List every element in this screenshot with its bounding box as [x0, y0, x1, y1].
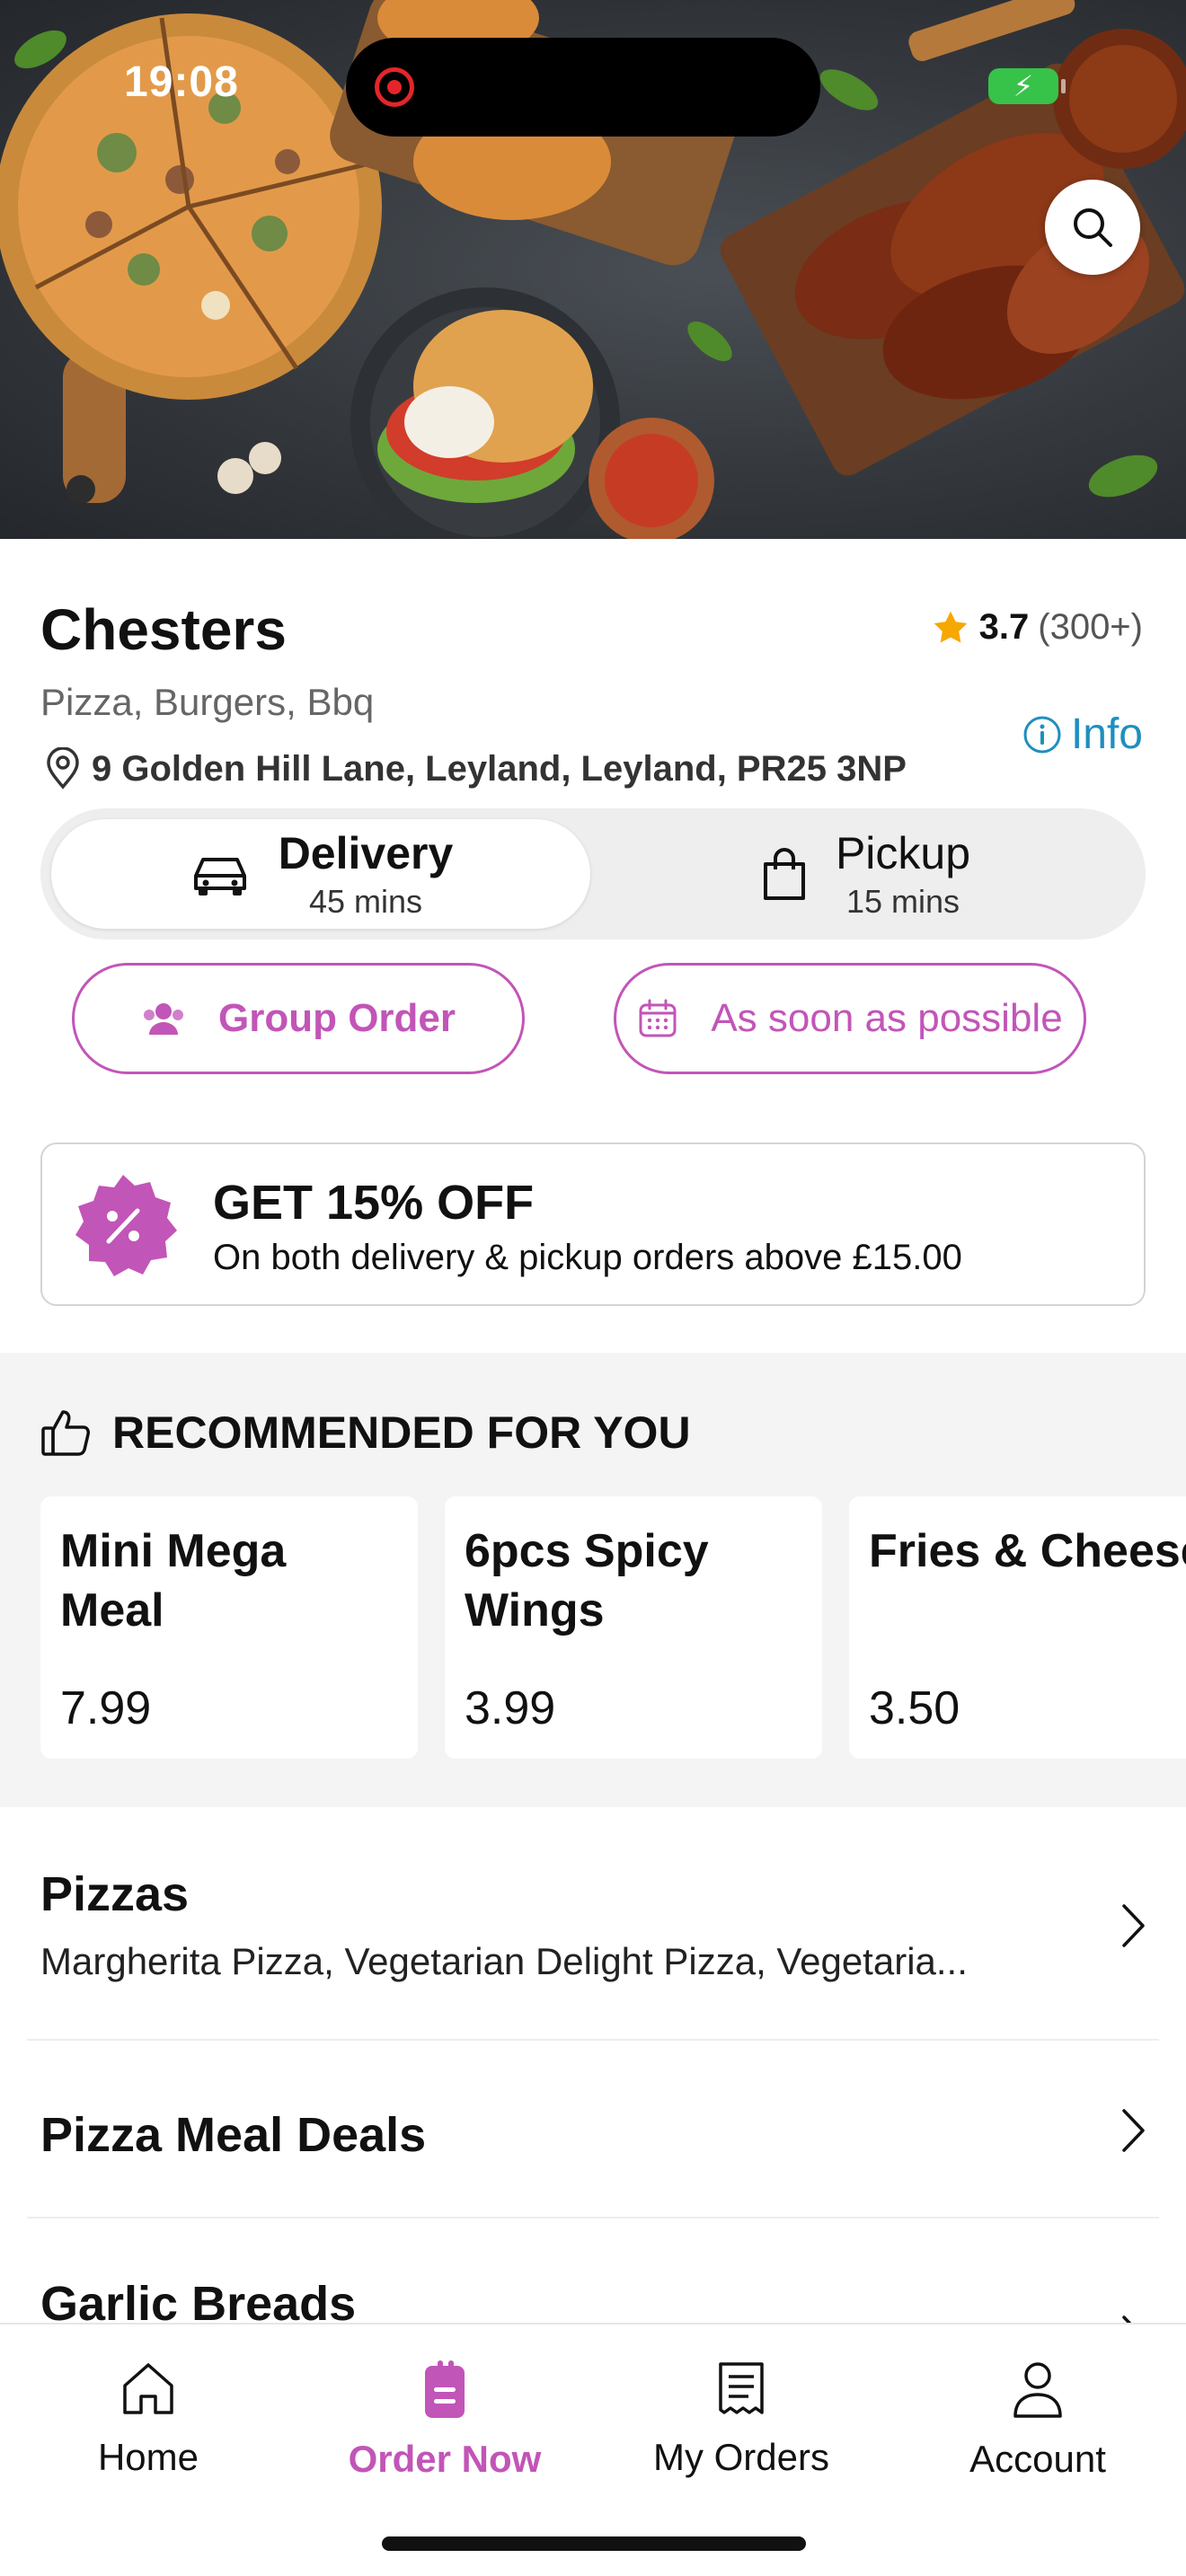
search-icon	[1074, 208, 1112, 247]
tab-home[interactable]: Home	[0, 2360, 296, 2479]
dynamic-island	[346, 38, 820, 137]
recommended-item[interactable]: Mini Mega Meal 7.99	[40, 1496, 418, 1759]
location-pin-icon	[47, 747, 79, 790]
schedule-button[interactable]: As soon as possible	[614, 963, 1086, 1074]
promo-card[interactable]: GET 15% OFF On both delivery & pickup or…	[40, 1142, 1146, 1306]
recommended-item-name: Mini Mega Meal	[60, 1525, 287, 1636]
delivery-time: 45 mins	[308, 883, 423, 920]
home-icon	[123, 2363, 173, 2414]
group-icon	[143, 1003, 183, 1035]
person-icon	[1013, 2362, 1062, 2418]
promo-subtitle: On both delivery & pickup orders above £…	[213, 1238, 962, 1277]
car-icon	[193, 858, 246, 895]
tab-my-orders[interactable]: My Orders	[593, 2360, 890, 2479]
status-time: 19:08	[124, 58, 239, 106]
percent-badge-icon	[75, 1175, 177, 1276]
recommended-item-price: 3.99	[465, 1682, 556, 1734]
star-icon	[934, 611, 967, 642]
thumbs-up-icon	[41, 1410, 90, 1456]
category-items: Margherita Pizza, Vegetarian Delight Piz…	[40, 1940, 968, 1982]
rating-value: 3.7	[978, 607, 1030, 647]
category-row-pizzas[interactable]: Pizzas Margherita Pizza, Vegetarian Deli…	[27, 1807, 1159, 2041]
recommended-item[interactable]: Fries & Cheese 3.50	[849, 1496, 1186, 1759]
recommended-item[interactable]: 6pcs Spicy Wings 3.99	[445, 1496, 822, 1759]
cuisine-list: Pizza, Burgers, Bbq	[40, 681, 375, 723]
shopping-bag-icon	[763, 848, 805, 900]
tab-order-now[interactable]: Order Now	[296, 2360, 593, 2481]
info-icon	[1023, 716, 1061, 753]
recommended-header: RECOMMENDED FOR YOU	[40, 1407, 691, 1459]
chevron-right-icon	[1122, 2109, 1145, 2152]
tab-label: Account	[969, 2438, 1106, 2480]
group-order-label: Group Order	[217, 996, 456, 1040]
tab-label: Order Now	[348, 2438, 542, 2480]
rating-count: (300+)	[1038, 607, 1143, 647]
category-title: Pizzas	[40, 1867, 190, 1921]
tab-label: My Orders	[652, 2436, 829, 2478]
hero-image: 19:08 ⚡	[0, 0, 1186, 539]
calendar-icon	[639, 999, 677, 1037]
recording-icon	[375, 67, 414, 107]
pickup-option[interactable]: Pickup 15 mins	[596, 819, 1135, 929]
pickup-time: 15 mins	[845, 883, 960, 920]
recommended-item-name: 6pcs Spicy Wings	[465, 1525, 709, 1636]
rating: 3.7 (300+)	[931, 607, 1143, 648]
info-label: Info	[1070, 710, 1143, 758]
recommended-item-price: 7.99	[60, 1682, 152, 1734]
battery-icon: ⚡	[988, 68, 1066, 104]
category-title: Pizza Meal Deals	[40, 2108, 427, 2162]
receipt-icon	[719, 2362, 764, 2414]
info-button[interactable]: Info	[1022, 710, 1143, 759]
recommended-item-name: Fries & Cheese	[869, 1525, 1186, 1577]
home-indicator[interactable]	[382, 2536, 806, 2551]
delivery-label: Delivery	[278, 828, 454, 878]
category-row-pizza-meal-deals[interactable]: Pizza Meal Deals	[27, 2041, 1159, 2219]
tab-label: Home	[97, 2436, 199, 2478]
pickup-label: Pickup	[835, 828, 971, 878]
order-mode-toggle: Delivery 45 mins Pickup 15 mins	[40, 808, 1146, 940]
search-button[interactable]	[1045, 180, 1140, 275]
order-icon	[425, 2360, 465, 2418]
tab-account[interactable]: Account	[890, 2360, 1186, 2481]
restaurant-name: Chesters	[40, 597, 287, 662]
chevron-right-icon	[1122, 1904, 1145, 1947]
recommended-title: RECOMMENDED FOR YOU	[112, 1407, 691, 1458]
schedule-label: As soon as possible	[711, 996, 1063, 1040]
recommended-section: RECOMMENDED FOR YOU Mini Mega Meal 7.99 …	[0, 1353, 1186, 1807]
group-order-button[interactable]: Group Order	[72, 963, 525, 1074]
promo-title: GET 15% OFF	[213, 1176, 535, 1230]
bolt-icon: ⚡	[1013, 70, 1034, 102]
recommended-item-price: 3.50	[869, 1682, 960, 1734]
delivery-option[interactable]: Delivery 45 mins	[51, 819, 590, 929]
address: 9 Golden Hill Lane, Leyland, Leyland, PR…	[43, 747, 907, 790]
address-text: 9 Golden Hill Lane, Leyland, Leyland, PR…	[92, 748, 907, 789]
